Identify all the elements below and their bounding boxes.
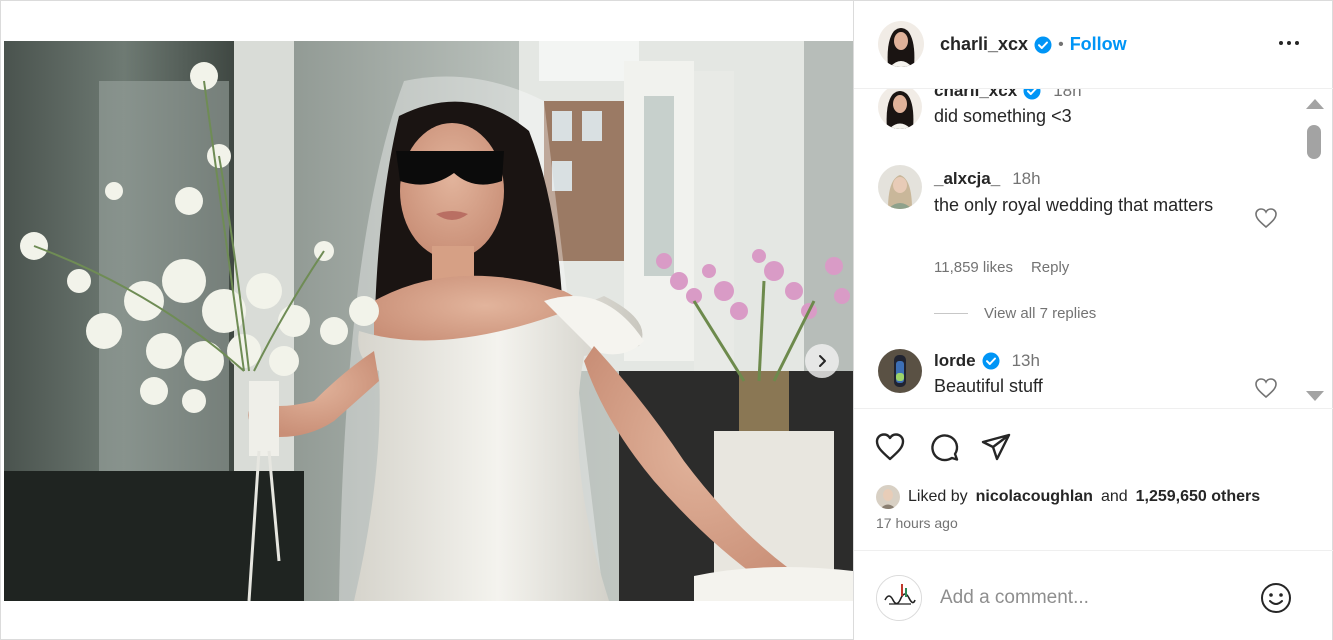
liked-by-prefix: Liked by: [908, 488, 968, 505]
comment-time[interactable]: 18h: [1053, 89, 1081, 101]
scroll-thumb[interactable]: [1307, 125, 1321, 159]
more-icon: [1279, 41, 1283, 45]
view-replies-button[interactable]: View all 7 replies: [934, 305, 1096, 322]
comment-author-row: charli_xcx 18h: [934, 89, 1082, 101]
chevron-right-icon: [819, 355, 826, 367]
more-icon: [1287, 41, 1291, 45]
comment-meta: 11,859 likes Reply: [934, 259, 1069, 276]
comment-text: the only royal wedding that matters: [934, 195, 1214, 215]
comments-scrollbar[interactable]: [1302, 97, 1324, 407]
comment-text: did something <3: [934, 106, 1072, 126]
comment-avatar[interactable]: [878, 165, 922, 209]
post-side-panel: charli_xcx • Follow charli_xcx 18h did s…: [853, 1, 1333, 640]
emoji-icon[interactable]: [1259, 581, 1293, 615]
comments-list[interactable]: charli_xcx 18h did something <3 _alxcja_…: [854, 89, 1333, 409]
comment-author-row: _alxcja_ 18h: [934, 169, 1041, 189]
comment-time[interactable]: 13h: [1012, 351, 1040, 371]
caption-comment: charli_xcx 18h did something <3: [854, 89, 1294, 145]
comment-username[interactable]: _alxcja_: [934, 169, 1000, 189]
verified-icon: [982, 352, 1000, 370]
follow-button[interactable]: Follow: [1070, 34, 1127, 55]
verified-icon: [1034, 36, 1052, 53]
comment-input[interactable]: [940, 585, 1240, 611]
reply-button[interactable]: Reply: [1031, 259, 1069, 276]
viewer-avatar: [876, 575, 922, 621]
likes-summary: Liked by nicolacoughlan and 1,259,650 ot…: [876, 485, 1260, 509]
author-avatar[interactable]: [878, 21, 924, 67]
author-row: charli_xcx • Follow: [940, 34, 1127, 55]
replies-divider: [934, 313, 968, 314]
view-replies-label: View all 7 replies: [984, 305, 1097, 322]
post-image[interactable]: [4, 41, 853, 601]
separator-dot: •: [1058, 35, 1064, 53]
share-icon[interactable]: [980, 431, 1012, 463]
verified-icon: [1023, 89, 1041, 100]
heart-icon[interactable]: [1254, 377, 1278, 399]
comment-time[interactable]: 18h: [1012, 169, 1040, 189]
liker-username[interactable]: nicolacoughlan: [976, 488, 1093, 506]
likes-count[interactable]: 1,259,650 others: [1136, 488, 1261, 506]
comment-author-row: lorde 13h: [934, 351, 1040, 371]
comment-item: _alxcja_ 18h the only royal wedding that…: [854, 165, 1294, 325]
comment-text: Beautiful stuff: [934, 376, 1043, 396]
author-username[interactable]: charli_xcx: [940, 34, 1028, 55]
comment-username[interactable]: charli_xcx: [934, 89, 1017, 101]
heart-icon[interactable]: [874, 431, 906, 463]
liker-avatar[interactable]: [876, 485, 900, 509]
add-comment-bar: [854, 551, 1333, 640]
post-header: charli_xcx • Follow: [854, 1, 1333, 89]
more-icon: [1295, 41, 1299, 45]
post-timestamp[interactable]: 17 hours ago: [876, 515, 958, 531]
post-actions: Liked by nicolacoughlan and 1,259,650 ot…: [854, 409, 1333, 551]
comment-item: lorde 13h Beautiful stuff: [854, 349, 1294, 408]
liked-by-joiner: and: [1100, 488, 1128, 505]
comment-likes[interactable]: 11,859 likes: [934, 259, 1013, 276]
wedding-photo: [4, 41, 853, 601]
more-options-button[interactable]: [1274, 31, 1304, 55]
comment-avatar[interactable]: [878, 89, 922, 129]
heart-icon[interactable]: [1254, 207, 1278, 229]
comment-username[interactable]: lorde: [934, 351, 976, 371]
comment-avatar[interactable]: [878, 349, 922, 393]
comment-icon[interactable]: [928, 431, 960, 463]
post-modal: charli_xcx • Follow charli_xcx 18h did s…: [0, 0, 1333, 640]
next-slide-button[interactable]: [805, 344, 839, 378]
scroll-up-icon[interactable]: [1306, 99, 1324, 109]
scroll-down-icon[interactable]: [1306, 391, 1324, 401]
